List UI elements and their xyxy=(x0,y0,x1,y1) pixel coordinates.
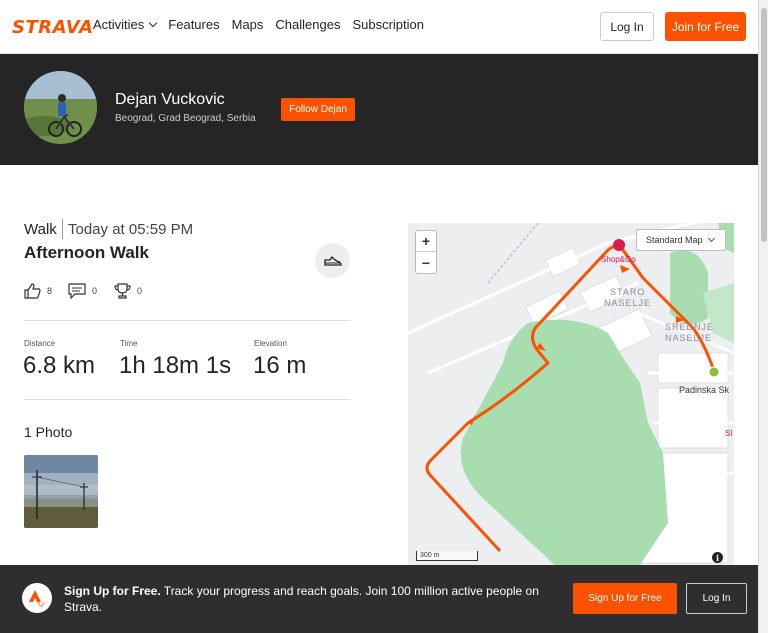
nav-activities-label: Activities xyxy=(93,17,145,32)
stat-value-elevation: 16 m xyxy=(253,352,307,379)
comment-icon xyxy=(68,283,86,299)
map-label-staro: STARO xyxy=(610,287,645,297)
scrollbar-thumb[interactable] xyxy=(761,8,767,242)
info-icon[interactable]: i xyxy=(712,552,723,563)
divider xyxy=(24,399,350,400)
athlete-location: Beograd, Grad Beograd, Serbia xyxy=(115,113,256,124)
nav-activities[interactable]: Activities xyxy=(93,17,158,32)
nav-maps[interactable]: Maps xyxy=(232,17,264,32)
banner-text: Sign Up for Free. Track your progress an… xyxy=(64,583,554,615)
avatar[interactable] xyxy=(24,71,97,144)
map-zoom-controls: + − xyxy=(415,230,437,274)
map-label-staro-naselje: NASELJE xyxy=(604,298,651,308)
banner-bold: Sign Up for Free. xyxy=(64,584,161,598)
join-button[interactable]: Join for Free xyxy=(665,12,746,41)
route-map[interactable]: Shop&Go STARO NASELJE SREDNJE NASELJE Pa… xyxy=(408,223,734,568)
chevron-down-icon xyxy=(707,234,715,242)
comments-count: 0 xyxy=(92,286,98,296)
scrollbar[interactable] xyxy=(758,0,768,633)
signup-button[interactable]: Sign Up for Free xyxy=(573,583,677,614)
kudos-button[interactable]: 8 xyxy=(24,283,52,299)
achievements-button[interactable]: 0 xyxy=(114,283,142,299)
top-nav: STRAVA Activities Features Maps Challeng… xyxy=(0,0,758,54)
strava-logo[interactable]: STRAVA xyxy=(12,17,93,38)
activity-photo[interactable] xyxy=(24,455,98,528)
nav-subscription[interactable]: Subscription xyxy=(352,17,424,32)
thumbs-up-icon xyxy=(24,283,41,299)
athlete-name[interactable]: Dejan Vuckovic xyxy=(115,91,225,109)
map-label-padinska: Padinska Sk xyxy=(679,385,730,395)
follow-button[interactable]: Follow Dejan xyxy=(281,98,355,121)
nav-challenges[interactable]: Challenges xyxy=(275,17,340,32)
stat-value-distance: 6.8 km xyxy=(23,352,96,379)
login-button[interactable]: Log In xyxy=(600,12,654,41)
trophy-icon xyxy=(114,283,131,299)
map-label-shop: Shop&Go xyxy=(601,255,636,264)
divider xyxy=(62,219,63,239)
map-style-select[interactable]: Standard Map xyxy=(636,229,726,251)
map-label-srednje-naselje: NASELJE xyxy=(665,333,712,343)
signup-banner: Sign Up for Free. Track your progress an… xyxy=(0,565,758,633)
nav-links: Activities Features Maps Challenges Subs… xyxy=(93,17,436,32)
activity-type: Walk xyxy=(24,221,57,238)
chevron-down-icon xyxy=(149,18,158,28)
activity-time: Today at 05:59 PM xyxy=(68,221,194,238)
banner-login-button[interactable]: Log In xyxy=(686,583,747,614)
achievements-count: 0 xyxy=(137,286,143,296)
comments-button[interactable]: 0 xyxy=(68,283,97,299)
zoom-in-button[interactable]: + xyxy=(416,231,436,252)
stat-label-distance: Distance xyxy=(24,339,56,348)
nav-features[interactable]: Features xyxy=(168,17,219,32)
shoe-icon xyxy=(323,255,342,266)
photos-heading: 1 Photo xyxy=(24,424,73,440)
stat-value-time: 1h 18m 1s xyxy=(119,352,232,379)
map-style-value: Standard Map xyxy=(646,235,703,245)
zoom-out-button[interactable]: − xyxy=(416,252,436,273)
map-label-srednje: SREDNJE xyxy=(665,322,714,332)
divider xyxy=(24,320,350,321)
kudos-count: 8 xyxy=(47,286,53,296)
athlete-header: Dejan Vuckovic Beograd, Grad Beograd, Se… xyxy=(0,54,758,165)
stat-label-time: Time xyxy=(120,339,138,348)
strava-logo-icon xyxy=(22,583,52,613)
map-scale: 300 m xyxy=(416,551,478,561)
stat-label-elevation: Elevation xyxy=(254,339,287,348)
map-label-edge: SI xyxy=(725,429,733,438)
shoe-gear-button[interactable] xyxy=(315,243,350,278)
activity-title: Afternoon Walk xyxy=(24,243,149,262)
